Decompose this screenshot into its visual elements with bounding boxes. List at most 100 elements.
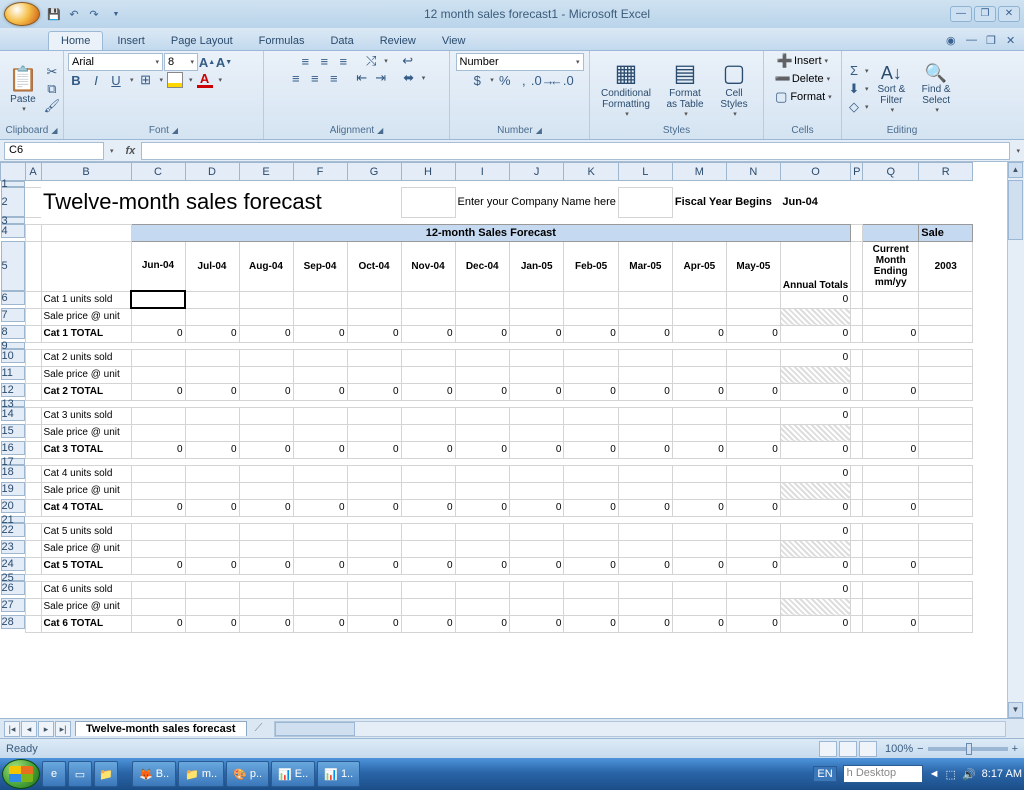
vscroll-thumb[interactable]	[1008, 180, 1023, 240]
scroll-down-icon[interactable]: ▼	[1008, 702, 1023, 718]
tab-home[interactable]: Home	[48, 31, 103, 50]
currency-icon[interactable]: $	[469, 72, 485, 88]
name-box[interactable]: C6	[4, 142, 104, 160]
task-item[interactable]: 🦊 B..	[132, 761, 176, 787]
month-header[interactable]: Jun-04	[131, 241, 185, 291]
row-label[interactable]: Cat 5 units sold	[41, 523, 131, 540]
undo-icon[interactable]: ↶	[66, 6, 82, 22]
font-color-icon[interactable]: A	[197, 72, 213, 88]
col-header-J[interactable]: J	[509, 163, 563, 181]
col-header-O[interactable]: O	[780, 163, 850, 181]
tab-review[interactable]: Review	[368, 32, 428, 50]
formula-input[interactable]	[141, 142, 1010, 160]
shrink-font-icon[interactable]: A▼	[216, 54, 232, 70]
zoom-slider[interactable]	[928, 747, 1008, 751]
month-header[interactable]: Aug-04	[239, 241, 293, 291]
close-doc-icon[interactable]: ✕	[1006, 34, 1020, 48]
sheet-tab-active[interactable]: Twelve-month sales forecast	[75, 721, 247, 736]
italic-icon[interactable]: I	[88, 72, 104, 88]
fy-value[interactable]: Jun-04	[780, 187, 850, 217]
row-label[interactable]: Sale price @ unit	[41, 598, 131, 615]
wrap-text-icon[interactable]: ↩	[400, 53, 416, 69]
cut-icon[interactable]: ✂	[44, 64, 60, 80]
month-header[interactable]: Dec-04	[455, 241, 509, 291]
row-label[interactable]: Sale price @ unit	[41, 308, 131, 325]
next-sheet-icon[interactable]: ▸	[38, 721, 54, 737]
sort-filter-button[interactable]: A↓Sort & Filter▾	[871, 61, 913, 116]
col-header-C[interactable]: C	[131, 163, 185, 181]
month-header[interactable]: Apr-05	[672, 241, 726, 291]
format-painter-icon[interactable]: 🖌	[44, 98, 60, 114]
task-item[interactable]: 📊 1..	[317, 761, 360, 787]
hscroll-thumb[interactable]	[275, 722, 355, 736]
dec-decimal-icon[interactable]: ←.0	[554, 72, 570, 88]
last-sheet-icon[interactable]: ▸|	[55, 721, 71, 737]
tray-icon[interactable]: 🔊	[962, 768, 976, 781]
autosum-button[interactable]: Σ▾	[846, 63, 869, 79]
month-header[interactable]: May-05	[726, 241, 780, 291]
month-header[interactable]: Jan-05	[509, 241, 563, 291]
align-right-icon[interactable]: ≡	[326, 70, 342, 86]
align-top-icon[interactable]: ≡	[297, 53, 313, 69]
ie-icon[interactable]: e	[42, 761, 66, 787]
decrease-indent-icon[interactable]: ⇤	[354, 70, 370, 86]
month-header[interactable]: Sep-04	[293, 241, 347, 291]
office-button[interactable]	[4, 2, 40, 26]
col-header-L[interactable]: L	[618, 163, 672, 181]
tab-view[interactable]: View	[430, 32, 478, 50]
task-item[interactable]: 🎨 p..	[226, 761, 269, 787]
increase-indent-icon[interactable]: ⇥	[373, 70, 389, 86]
explorer-icon[interactable]: 📁	[94, 761, 118, 787]
month-header[interactable]: Jul-04	[185, 241, 239, 291]
col-header-N[interactable]: N	[726, 163, 780, 181]
month-header[interactable]: Feb-05	[564, 241, 618, 291]
inc-decimal-icon[interactable]: .0→	[535, 72, 551, 88]
copy-icon[interactable]: ⧉	[44, 81, 60, 97]
align-bottom-icon[interactable]: ≡	[335, 53, 351, 69]
spreadsheet-grid[interactable]: ABCDEFGHIJKLMNOPQR12Twelve-month sales f…	[0, 162, 973, 633]
expand-fbar-icon[interactable]: ▾	[1016, 147, 1020, 155]
restore-doc-icon[interactable]: ❐	[986, 34, 1000, 48]
min-ribbon-icon[interactable]: —	[966, 34, 980, 48]
task-item[interactable]: 📊 E..	[271, 761, 315, 787]
col-header-K[interactable]: K	[564, 163, 618, 181]
col-header-G[interactable]: G	[347, 163, 401, 181]
orientation-icon[interactable]: ⤭	[363, 53, 379, 69]
comma-icon[interactable]: ,	[516, 72, 532, 88]
merge-center-icon[interactable]: ⬌	[401, 70, 417, 86]
fy-label[interactable]: Fiscal Year Begins	[672, 187, 780, 217]
prev-header[interactable]: 2003	[919, 241, 973, 291]
tray-icon[interactable]: ◄	[929, 768, 940, 780]
minimize-button[interactable]: —	[950, 6, 972, 22]
redo-icon[interactable]: ↷	[86, 6, 102, 22]
active-cell[interactable]	[131, 291, 185, 308]
delete-cells-button[interactable]: ➖Delete▾	[775, 71, 830, 87]
tab-data[interactable]: Data	[318, 32, 365, 50]
row-label[interactable]: Cat 3 units sold	[41, 407, 131, 424]
col-header-P[interactable]: P	[851, 163, 863, 181]
cme-header[interactable]: Current Month Ending mm/yy	[863, 241, 919, 291]
col-header-M[interactable]: M	[672, 163, 726, 181]
col-header-E[interactable]: E	[239, 163, 293, 181]
vertical-scrollbar[interactable]: ▲ ▼	[1007, 162, 1024, 718]
horizontal-scrollbar[interactable]	[274, 721, 1006, 737]
row-label[interactable]: Sale price @ unit	[41, 424, 131, 441]
language-indicator[interactable]: EN	[813, 766, 836, 782]
align-left-icon[interactable]: ≡	[288, 70, 304, 86]
restore-button[interactable]: ❐	[974, 6, 996, 22]
help-icon[interactable]: ◉	[946, 34, 960, 48]
zoom-in-icon[interactable]: +	[1012, 743, 1018, 755]
col-header-B[interactable]: B	[41, 163, 131, 181]
border-icon[interactable]: ⊞	[138, 72, 154, 88]
tab-page-layout[interactable]: Page Layout	[159, 32, 245, 50]
row-label[interactable]: Cat 2 TOTAL	[41, 383, 131, 400]
col-header-I[interactable]: I	[455, 163, 509, 181]
row-label[interactable]: Sale price @ unit	[41, 540, 131, 557]
start-button[interactable]	[2, 759, 40, 789]
col-header-F[interactable]: F	[293, 163, 347, 181]
tab-insert[interactable]: Insert	[105, 32, 157, 50]
row-label[interactable]: Sale price @ unit	[41, 482, 131, 499]
page-layout-view-icon[interactable]	[839, 741, 857, 757]
zoom-out-icon[interactable]: −	[917, 743, 923, 755]
col-header-D[interactable]: D	[185, 163, 239, 181]
